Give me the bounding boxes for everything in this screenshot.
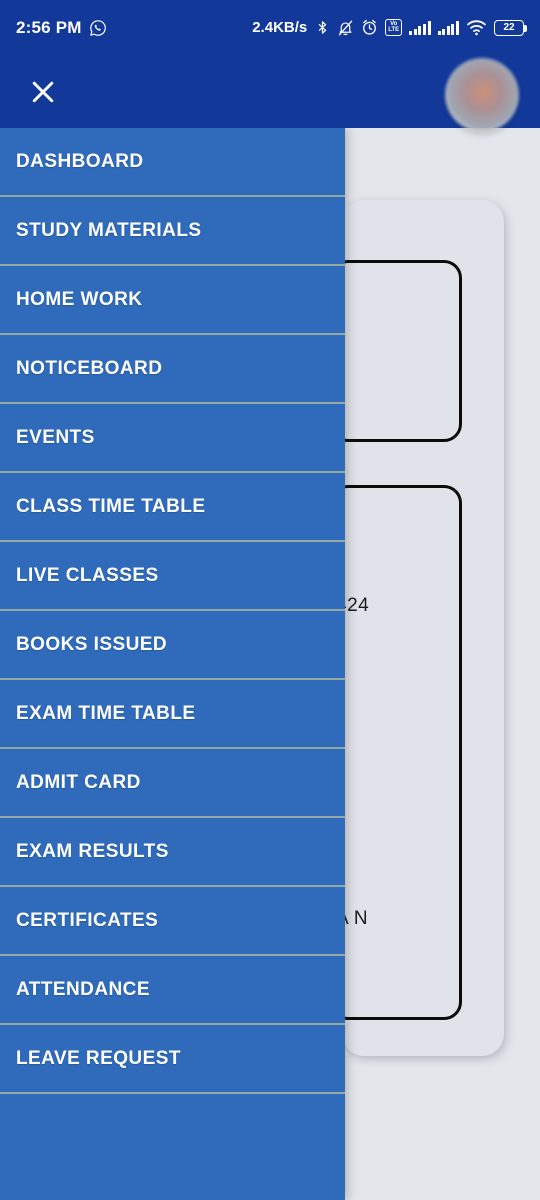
close-icon — [32, 81, 54, 102]
background-info-box-top — [330, 260, 462, 442]
volte-icon: Vo LTE — [385, 19, 403, 36]
sidebar-item-label: EXAM RESULTS — [16, 840, 169, 862]
sidebar-item-dashboard[interactable]: DASHBOARD — [0, 128, 345, 197]
sidebar-item-label: BOOKS ISSUED — [16, 633, 168, 655]
sidebar-item-home-work[interactable]: HOME WORK — [0, 266, 345, 335]
background-info-box-bottom — [330, 485, 462, 1020]
sidebar-item-leave-request[interactable]: LEAVE REQUEST — [0, 1025, 345, 1094]
sidebar-item-label: CLASS TIME TABLE — [16, 495, 206, 517]
avatar[interactable] — [446, 58, 518, 131]
sidebar-item-label: ATTENDANCE — [16, 978, 150, 1000]
sidebar-item-exam-time-table[interactable]: EXAM TIME TABLE — [0, 680, 345, 749]
sidebar-item-exam-results[interactable]: EXAM RESULTS — [0, 818, 345, 887]
sidebar-item-certificates[interactable]: CERTIFICATES — [0, 887, 345, 956]
whatsapp-icon — [89, 19, 107, 37]
signal-bars-icon-sim2 — [437, 20, 459, 35]
sidebar-item-label: STUDY MATERIALS — [16, 219, 202, 241]
sidebar-item-label: ADMIT CARD — [16, 771, 141, 793]
sidebar-item-attendance[interactable]: ATTENDANCE — [0, 956, 345, 1025]
sidebar-item-label: HOME WORK — [16, 288, 143, 310]
phone-screen: 424 A N DASHBOARD STUDY MATERIALS HOME W… — [0, 0, 540, 1200]
sidebar-item-label: EXAM TIME TABLE — [16, 702, 196, 724]
status-bar: 2:56 PM 2.4KB/s Vo LTE 22 — [0, 0, 540, 55]
sidebar-item-label: CERTIFICATES — [16, 909, 159, 931]
alarm-clock-icon — [361, 19, 378, 36]
data-rate-label: 2.4KB/s — [252, 19, 308, 36]
sidebar-item-live-classes[interactable]: LIVE CLASSES — [0, 542, 345, 611]
sidebar-item-label: NOTICEBOARD — [16, 357, 163, 379]
sidebar-item-admit-card[interactable]: ADMIT CARD — [0, 749, 345, 818]
sidebar-item-label: LIVE CLASSES — [16, 564, 159, 586]
sidebar-item-noticeboard[interactable]: NOTICEBOARD — [0, 335, 345, 404]
sidebar-item-events[interactable]: EVENTS — [0, 404, 345, 473]
sidebar-item-study-materials[interactable]: STUDY MATERIALS — [0, 197, 345, 266]
status-bar-icons: 2.4KB/s Vo LTE 22 — [252, 18, 527, 37]
sidebar-item-label: DASHBOARD — [16, 150, 144, 172]
volte-bottom-label: LTE — [388, 26, 400, 33]
close-drawer-button[interactable] — [22, 71, 64, 113]
wifi-icon — [466, 19, 487, 36]
sidebar-item-class-time-table[interactable]: CLASS TIME TABLE — [0, 473, 345, 542]
bluetooth-icon — [315, 18, 330, 37]
navigation-drawer: DASHBOARD STUDY MATERIALS HOME WORK NOTI… — [0, 128, 345, 1200]
battery-icon: 22 — [494, 19, 527, 36]
sidebar-item-label: LEAVE REQUEST — [16, 1047, 181, 1069]
signal-bars-icon-sim1 — [409, 20, 431, 35]
status-bar-time: 2:56 PM — [16, 17, 82, 37]
app-bar — [0, 55, 540, 131]
battery-level-label: 22 — [503, 21, 515, 33]
bell-muted-icon — [337, 19, 354, 37]
sidebar-item-label: EVENTS — [16, 426, 95, 448]
sidebar-item-books-issued[interactable]: BOOKS ISSUED — [0, 611, 345, 680]
